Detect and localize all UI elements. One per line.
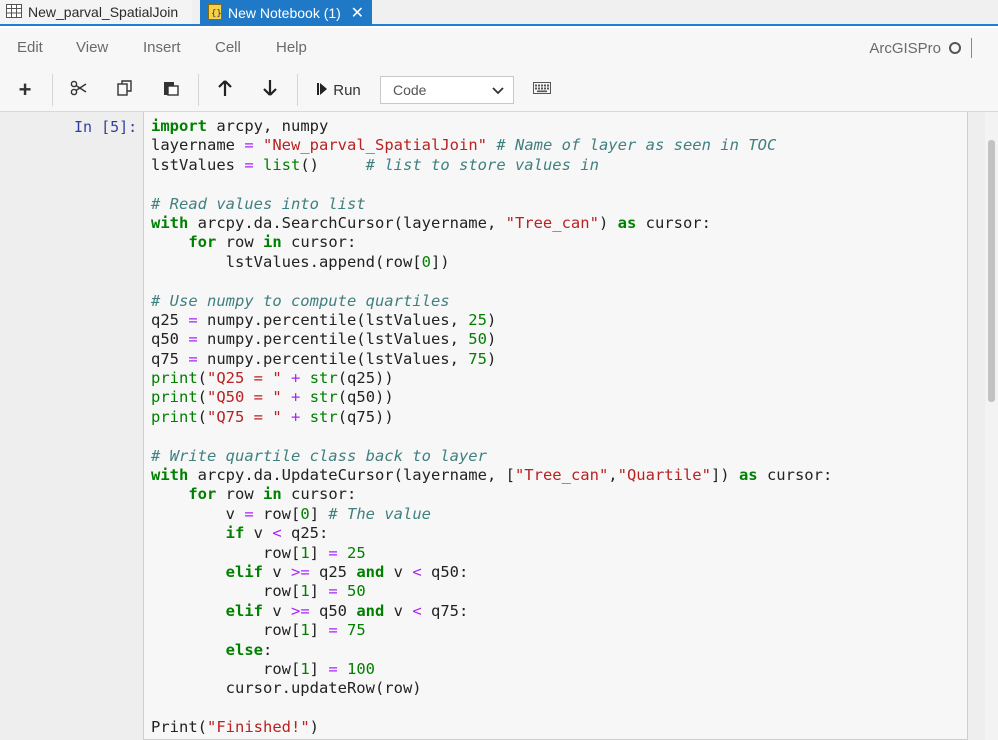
code-line: elif v >= q50 and v < q75:	[225, 601, 469, 620]
menu-bar: Edit View Insert Cell Help ArcGISPro	[0, 28, 998, 68]
table-icon	[6, 3, 22, 21]
scrollbar-thumb[interactable]	[988, 140, 995, 402]
arrow-down-icon	[262, 79, 278, 102]
code-line: # Read values into list	[151, 194, 366, 213]
notebook-toolbar: + Run Code	[0, 68, 998, 112]
menu-help[interactable]: Help	[276, 39, 307, 56]
insert-cell-button[interactable]: +	[12, 77, 38, 103]
code-line: import arcpy, numpy	[151, 117, 329, 135]
divider	[198, 74, 199, 106]
code-line: lstValues = list() # list to store value…	[151, 155, 599, 174]
code-line: row[1] = 100	[151, 659, 376, 678]
code-line: Print("Finished!")	[151, 718, 319, 737]
code-line: # Use numpy to compute quartiles	[151, 291, 450, 310]
kernel-indicator: ArcGISPro	[869, 38, 972, 58]
code-line: if v < q25:	[225, 524, 329, 543]
code-line: lstValues.append(row[0])	[151, 252, 450, 271]
tab-label: New_parval_SpatialJoin	[28, 4, 179, 20]
chevron-down-icon	[491, 83, 505, 100]
code-line: print("Q25 = " + str(q25))	[151, 369, 394, 388]
code-line: row[1] = 25	[151, 543, 366, 562]
code-line: layername = "New_parval_SpatialJoin" # N…	[151, 136, 777, 155]
code-line: for row in cursor:	[188, 485, 357, 504]
keyboard-icon	[533, 81, 551, 99]
code-line: for row in cursor:	[188, 233, 357, 252]
move-down-button[interactable]	[257, 77, 283, 103]
move-up-button[interactable]	[212, 77, 238, 103]
cut-button[interactable]	[66, 77, 92, 103]
run-label: Run	[333, 81, 361, 99]
run-button[interactable]: Run	[312, 77, 366, 103]
menu-view[interactable]: View	[76, 39, 108, 56]
run-icon	[317, 82, 328, 99]
copy-icon	[117, 79, 133, 101]
close-icon[interactable]: ✕	[351, 3, 364, 23]
code-line: row[1] = 75	[151, 621, 366, 640]
copy-button[interactable]	[112, 77, 138, 103]
code-line: print("Q75 = " + str(q75))	[151, 407, 394, 426]
scissors-icon	[70, 80, 88, 101]
divider	[971, 38, 972, 58]
code-line: row[1] = 50	[151, 582, 366, 601]
code-line: q50 = numpy.percentile(lstValues, 50)	[151, 330, 497, 349]
notebook-icon: {}	[208, 3, 222, 23]
code-line: q75 = numpy.percentile(lstValues, 75)	[151, 349, 497, 368]
code-line: elif v >= q25 and v < q50:	[225, 562, 469, 581]
cell-type-value: Code	[393, 82, 427, 98]
code-line: # Write quartile class back to layer	[151, 446, 487, 465]
menu-insert[interactable]: Insert	[143, 39, 181, 56]
paste-button[interactable]	[158, 77, 184, 103]
command-palette-button[interactable]	[528, 77, 556, 103]
code-line: q25 = numpy.percentile(lstValues, 25)	[151, 310, 497, 329]
code-line: with arcpy.da.UpdateCursor(layername, ["…	[151, 466, 833, 485]
cell-prompt: In [5]:	[74, 118, 138, 136]
divider	[52, 74, 53, 106]
divider	[297, 74, 298, 106]
tab-notebook[interactable]: {} New Notebook (1) ✕	[200, 0, 372, 26]
menu-cell[interactable]: Cell	[215, 39, 241, 56]
code-editor[interactable]: import arcpy, numpy layername = "New_parv…	[151, 117, 832, 738]
code-line: else:	[225, 640, 273, 659]
arrow-up-icon	[217, 79, 233, 102]
code-line: print("Q50 = " + str(q50))	[151, 388, 394, 407]
kernel-status-icon	[949, 42, 961, 54]
tab-label: New Notebook (1)	[228, 5, 341, 21]
paste-icon	[163, 80, 179, 101]
code-line: v = row[0] # The value	[151, 504, 432, 523]
code-line: cursor.updateRow(row)	[151, 679, 422, 698]
kernel-name: ArcGISPro	[869, 39, 941, 57]
svg-text:{}: {}	[211, 9, 222, 19]
cell-type-select[interactable]: Code	[380, 76, 514, 104]
document-tab-strip: New_parval_SpatialJoin {} New Notebook (…	[0, 0, 998, 26]
menu-edit[interactable]: Edit	[17, 39, 43, 56]
code-line: with arcpy.da.SearchCursor(layername, "T…	[151, 213, 711, 232]
tab-table-view[interactable]: New_parval_SpatialJoin	[0, 0, 192, 24]
